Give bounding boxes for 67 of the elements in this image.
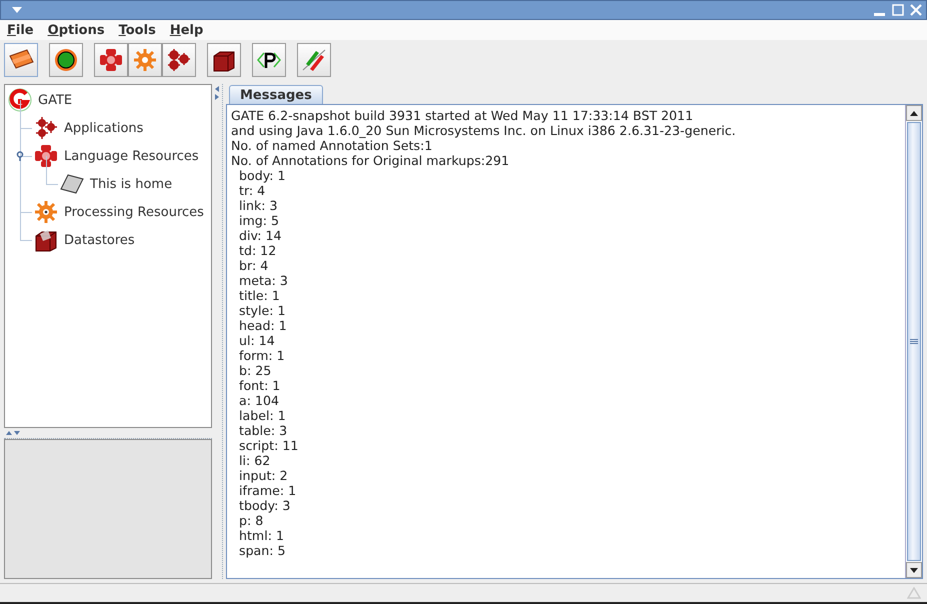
message-line: title: 1 xyxy=(238,288,281,303)
toolbar-button[interactable] xyxy=(207,43,241,77)
message-line: b: 25 xyxy=(238,363,272,378)
message-line: table: 3 xyxy=(238,423,288,438)
gears-icon xyxy=(165,46,193,74)
message-line: No. of Annotations for Original markups:291 xyxy=(231,153,510,168)
toolbar-button[interactable] xyxy=(4,43,38,77)
gears-icon xyxy=(34,116,58,140)
tree-item[interactable]: Processing Resources xyxy=(64,204,204,220)
gear-icon xyxy=(131,46,159,74)
message-line: and using Java 1.6.0_20 Sun Microsystems Inc. on Linux i386 2.6.31-23-generic. xyxy=(231,123,737,138)
message-line: br: 4 xyxy=(238,258,270,273)
message-line: span: 5 xyxy=(238,543,287,558)
gear-icon xyxy=(34,200,58,224)
message-line: html: 1 xyxy=(238,528,285,543)
menu-item[interactable]: Help xyxy=(170,22,204,38)
gear-circle-icon xyxy=(52,46,80,74)
message-line: head: 1 xyxy=(238,318,288,333)
message-line: div: 14 xyxy=(238,228,283,243)
tree-item[interactable]: GATE xyxy=(38,92,72,108)
tree-item[interactable]: Language Resources xyxy=(64,148,199,164)
message-line: a: 104 xyxy=(238,393,280,408)
scrollbar[interactable] xyxy=(905,105,922,578)
scroll-up-icon[interactable] xyxy=(910,110,918,116)
toolbar-button[interactable] xyxy=(49,43,83,77)
toolbar-button[interactable] xyxy=(162,43,196,77)
message-line: img: 5 xyxy=(238,213,280,228)
message-line: font: 1 xyxy=(238,378,282,393)
box-icon xyxy=(34,228,58,252)
menu-item[interactable]: Tools xyxy=(118,22,156,38)
message-line: script: 11 xyxy=(238,438,300,453)
logo-icon xyxy=(8,88,32,112)
message-line: input: 2 xyxy=(238,468,289,483)
message-line: style: 1 xyxy=(238,303,286,318)
message-line: body: 1 xyxy=(238,168,286,183)
menu-item[interactable]: Options xyxy=(48,22,105,38)
toolbar-button[interactable] xyxy=(252,43,286,77)
tab[interactable]: Messages xyxy=(229,85,323,104)
message-line: tbody: 3 xyxy=(238,498,292,513)
expanded-handle-icon[interactable] xyxy=(15,151,25,161)
message-line: form: 1 xyxy=(238,348,286,363)
cross-icon xyxy=(97,46,125,74)
scroll-down-icon[interactable] xyxy=(910,568,918,572)
tree-item[interactable]: This is home xyxy=(90,176,172,192)
tree-item[interactable]: Datastores xyxy=(64,232,135,248)
message-line: p: 8 xyxy=(238,513,264,528)
cross-icon xyxy=(34,144,58,168)
maximize-icon[interactable] xyxy=(892,4,904,16)
message-line: tr: 4 xyxy=(238,183,266,198)
message-line: ul: 14 xyxy=(238,333,276,348)
message-line: GATE 6.2-snapshot build 3931 started at Wed May 11 17:33:14 BST 2011 xyxy=(231,108,694,123)
message-line: label: 1 xyxy=(238,408,287,423)
document-icon xyxy=(60,172,84,196)
window-menu-icon[interactable] xyxy=(11,6,23,14)
tree-item[interactable]: Applications xyxy=(64,120,144,136)
grip-icon xyxy=(910,339,918,344)
message-line: td: 12 xyxy=(238,243,278,258)
message-line: link: 3 xyxy=(238,198,279,213)
message-line: No. of named Annotation Sets:1 xyxy=(231,138,434,153)
message-line: li: 62 xyxy=(238,453,272,468)
split-arrows-icon[interactable] xyxy=(214,86,220,102)
split-arrows-icon[interactable] xyxy=(6,430,22,436)
close-icon[interactable] xyxy=(910,4,922,16)
menu-item[interactable]: File xyxy=(7,22,34,38)
message-line: iframe: 1 xyxy=(238,483,298,498)
warning-icon xyxy=(907,587,921,599)
message-line: meta: 3 xyxy=(238,273,289,288)
